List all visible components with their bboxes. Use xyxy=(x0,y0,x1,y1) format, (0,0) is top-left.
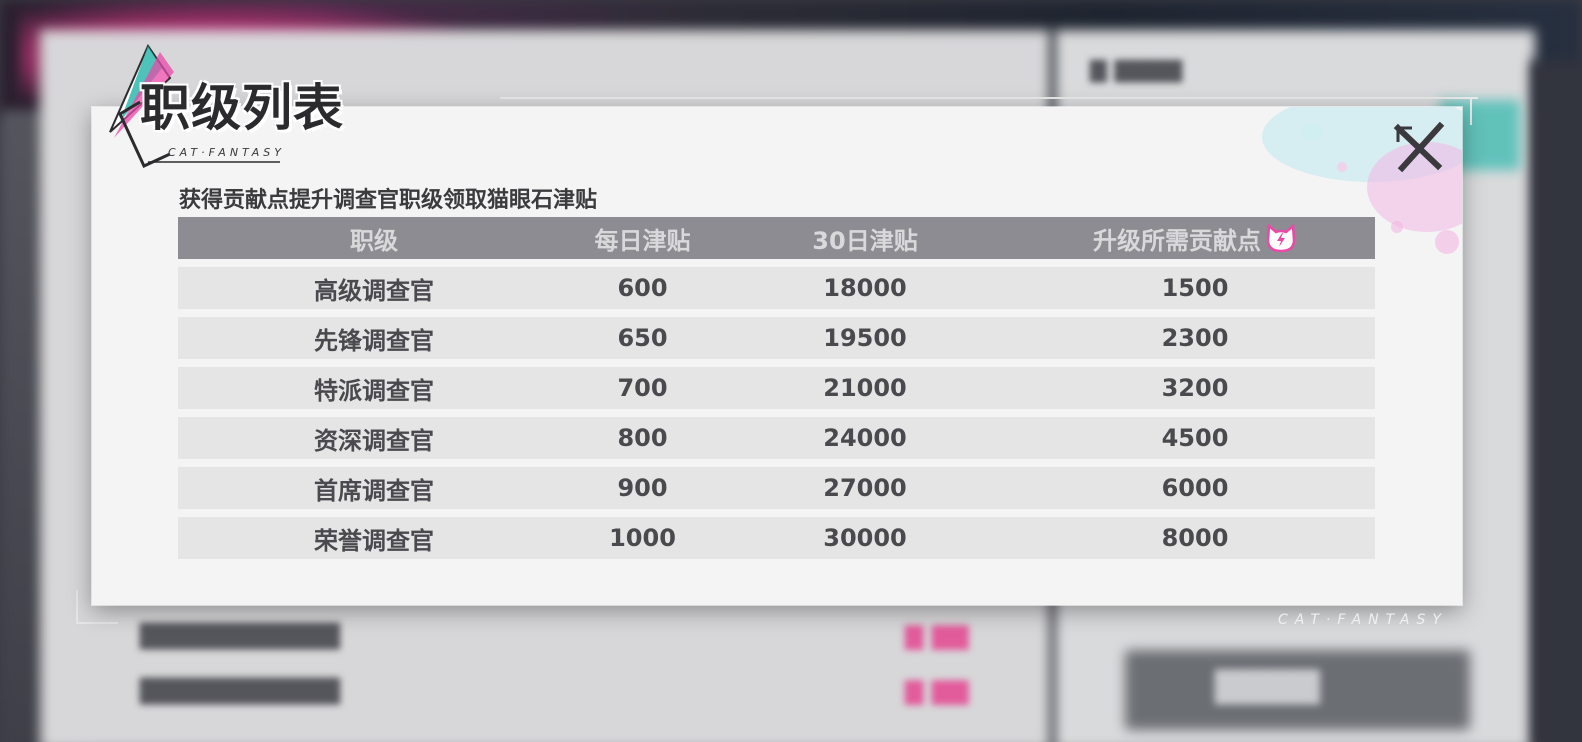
cell-need: 8000 xyxy=(1015,517,1375,559)
header-30day-allowance: 30日津贴 xyxy=(715,217,1015,259)
cell-rank: 高级调查官 xyxy=(178,267,570,309)
table-row: 首席调查官 900 27000 6000 xyxy=(178,467,1375,509)
table-row: 资深调查官 800 24000 4500 xyxy=(178,417,1375,459)
cell-daily: 600 xyxy=(570,267,715,309)
cell-month: 19500 xyxy=(715,317,1015,359)
brand-footer: CAT·FANTASY xyxy=(1278,612,1448,628)
cell-rank: 资深调查官 xyxy=(178,417,570,459)
table-row: 先锋调查官 650 19500 2300 xyxy=(178,317,1375,359)
cell-month: 27000 xyxy=(715,467,1015,509)
bg-blurred-text: ▇▇▇▇▇▇▇▇▇▇ xyxy=(140,675,340,705)
cell-daily: 700 xyxy=(570,367,715,409)
close-x-icon xyxy=(1393,121,1445,173)
bg-right-strip xyxy=(1530,60,1582,742)
close-button[interactable] xyxy=(1392,121,1446,176)
cell-need: 4500 xyxy=(1015,417,1375,459)
cell-month: 18000 xyxy=(715,267,1015,309)
cell-need: 3200 xyxy=(1015,367,1375,409)
bg-blurred-text: ▇▇▇▇▇▇▇▇▇▇ xyxy=(140,620,340,650)
cell-need: 6000 xyxy=(1015,467,1375,509)
cell-daily: 1000 xyxy=(570,517,715,559)
cell-rank: 先锋调查官 xyxy=(178,317,570,359)
cat-badge-icon xyxy=(1266,223,1296,253)
cell-month: 24000 xyxy=(715,417,1015,459)
table-header-row: 职级 每日津贴 30日津贴 升级所需贡献点 xyxy=(178,217,1375,259)
bg-blurred-text: ▇ ▇▇▇▇ xyxy=(1090,58,1183,83)
table-row: 高级调查官 600 18000 1500 xyxy=(178,267,1375,309)
table-row: 荣誉调查官 1000 30000 8000 xyxy=(178,517,1375,559)
header-rank: 职级 xyxy=(178,217,570,259)
cell-daily: 900 xyxy=(570,467,715,509)
cell-daily: 650 xyxy=(570,317,715,359)
frame-line xyxy=(500,97,1478,99)
dialog-title: 职级列表 xyxy=(140,79,344,137)
bg-blurred-button-label: ▇▇▇▇ xyxy=(1215,665,1320,705)
bg-blurred-value: ▇ ▇▇ xyxy=(905,677,969,705)
cell-month: 30000 xyxy=(715,517,1015,559)
bg-blurred-value: ▇ ▇▇ xyxy=(905,622,969,650)
header-required-points: 升级所需贡献点 xyxy=(1015,217,1375,259)
header-required-points-label: 升级所需贡献点 xyxy=(1093,226,1261,255)
table-row: 特派调查官 700 21000 3200 xyxy=(178,367,1375,409)
cell-need: 1500 xyxy=(1015,267,1375,309)
header-daily-allowance: 每日津贴 xyxy=(570,217,715,259)
cell-rank: 首席调查官 xyxy=(178,467,570,509)
dialog-title-brand: CAT·FANTASY xyxy=(168,146,285,159)
cell-rank: 特派调查官 xyxy=(178,367,570,409)
frame-corner xyxy=(1470,97,1472,125)
cell-need: 2300 xyxy=(1015,317,1375,359)
cell-month: 21000 xyxy=(715,367,1015,409)
rank-table: 职级 每日津贴 30日津贴 升级所需贡献点 高级调查官 600 18000 15… xyxy=(178,209,1375,567)
cell-rank: 荣誉调查官 xyxy=(178,517,570,559)
cell-daily: 800 xyxy=(570,417,715,459)
